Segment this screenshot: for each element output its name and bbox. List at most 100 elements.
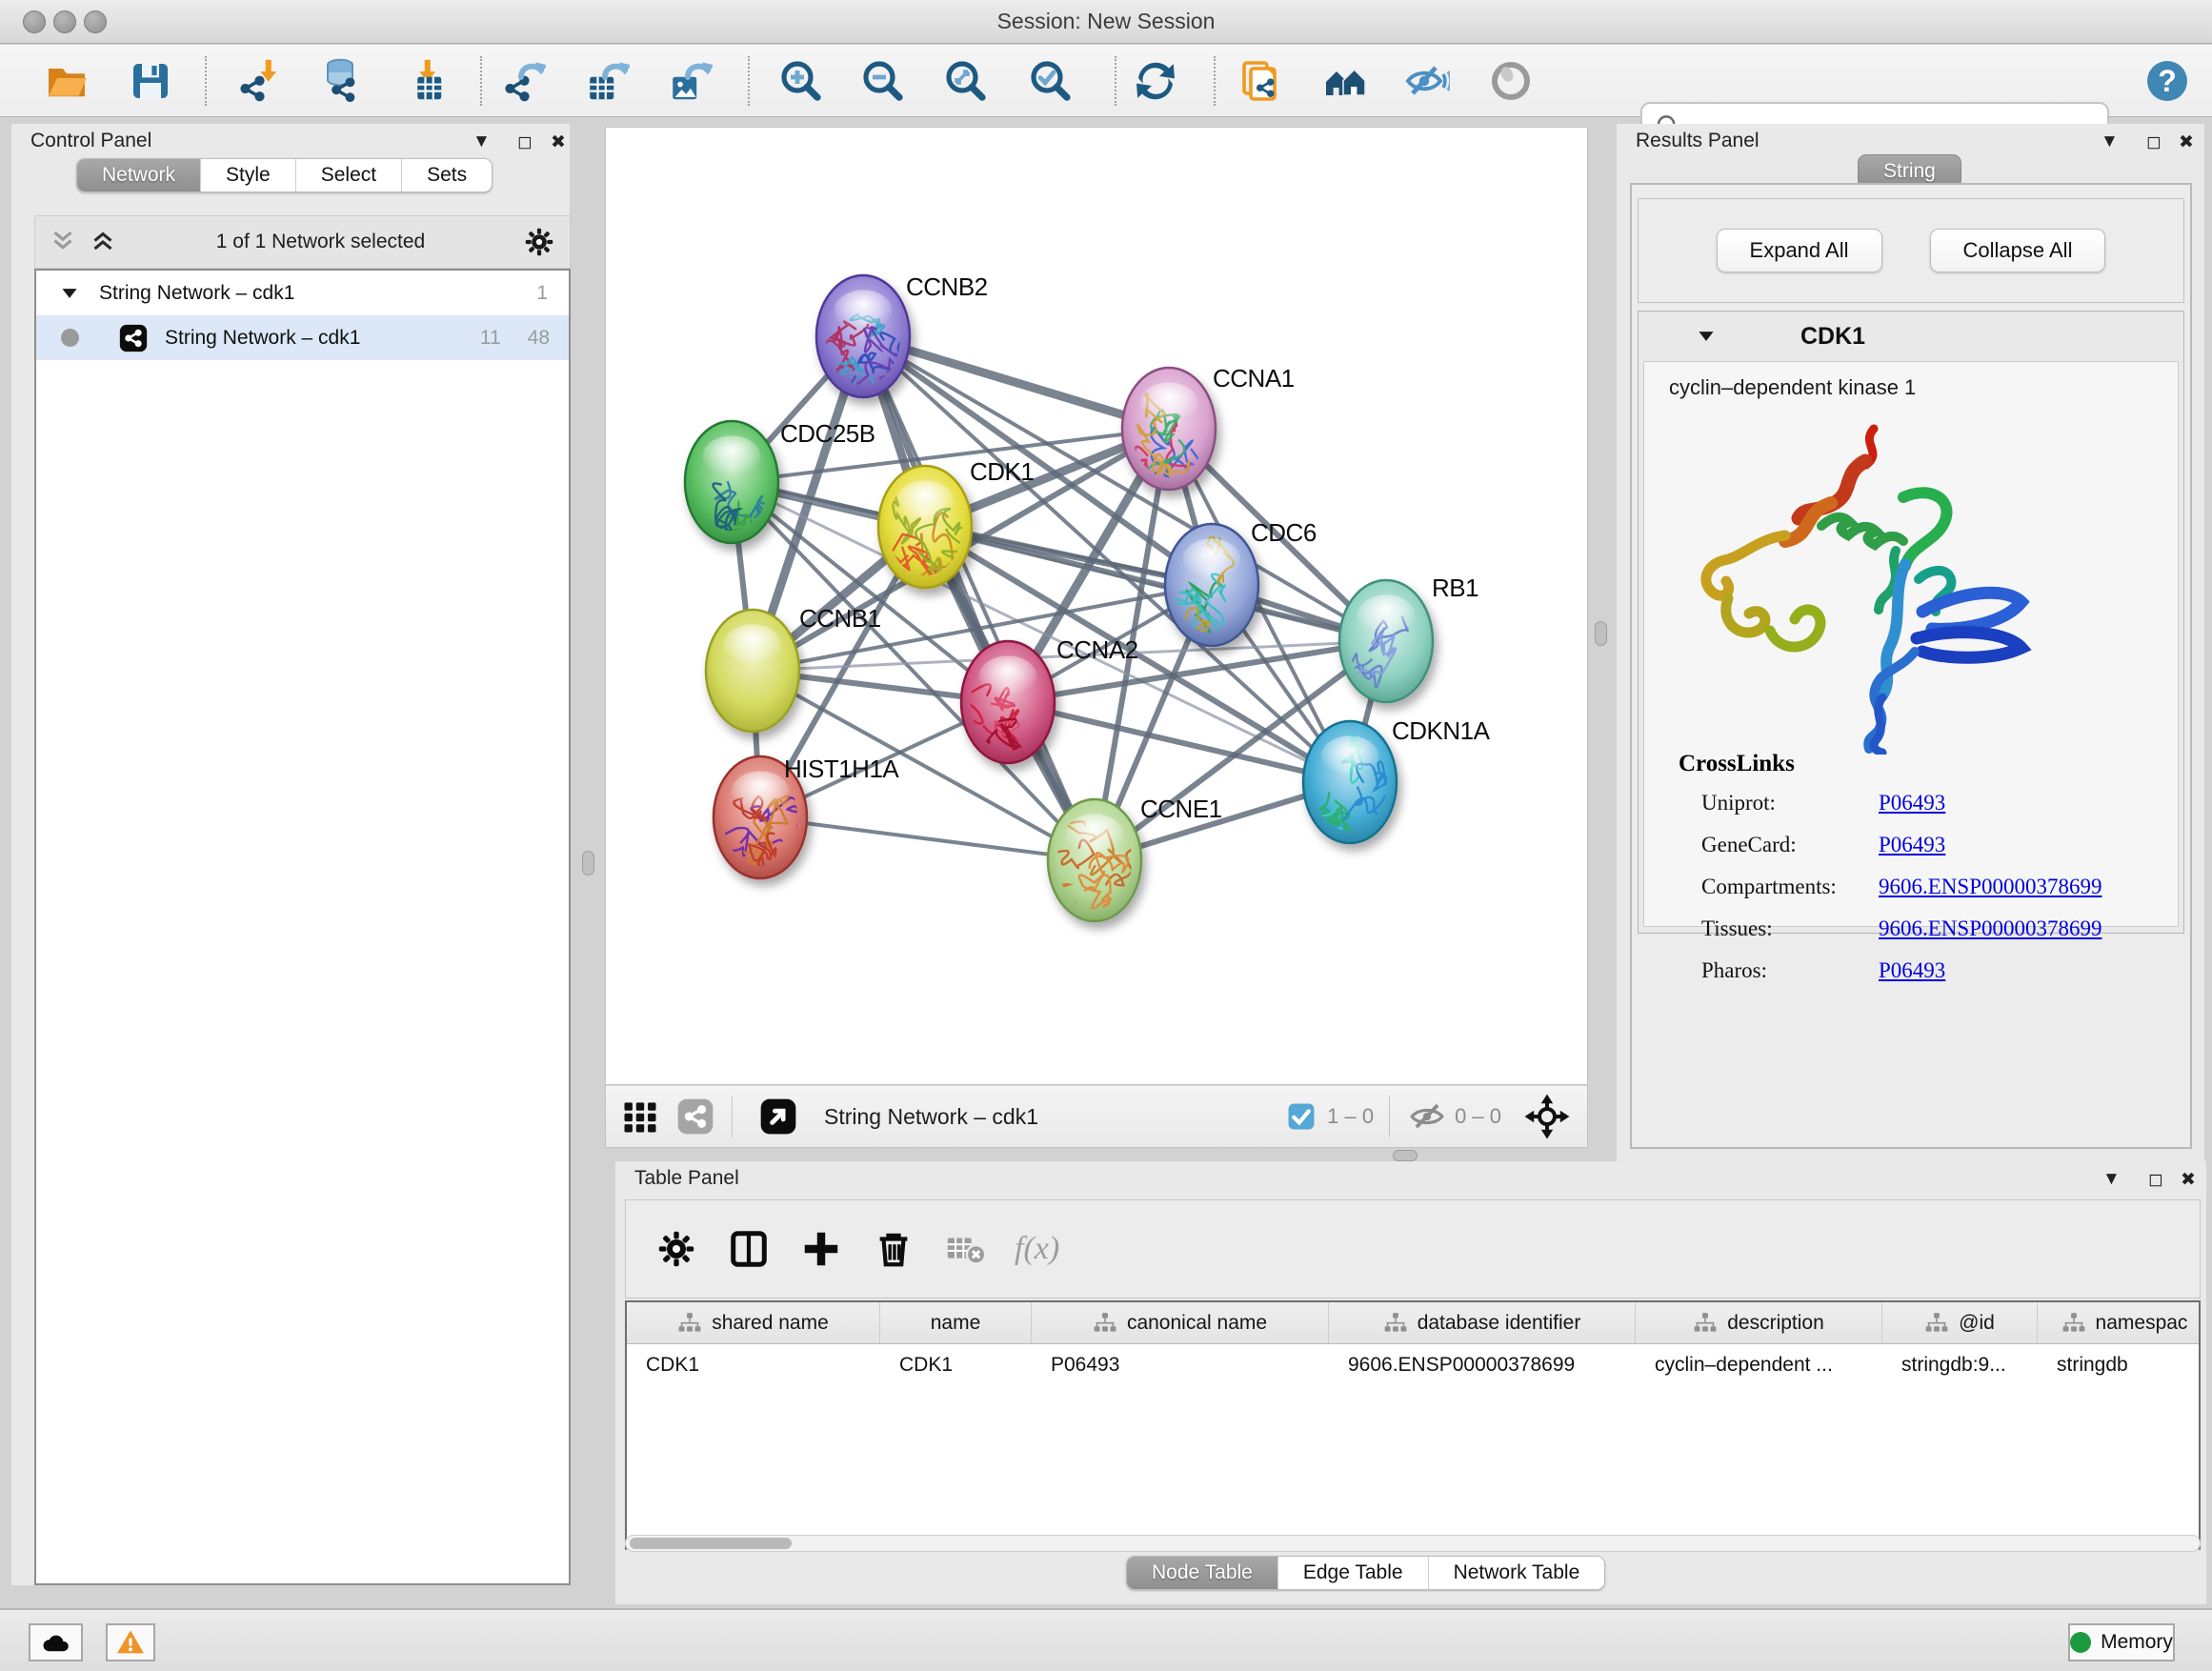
export-network-button[interactable]: [495, 54, 551, 108]
hidden-eye-slash-icon[interactable]: [1409, 1098, 1445, 1135]
share-view-icon[interactable]: [674, 1096, 716, 1137]
export-table-button[interactable]: [579, 54, 634, 108]
zoom-selected-button[interactable]: [1022, 54, 1077, 108]
import-network-file-button[interactable]: [231, 54, 286, 108]
network-node-cdkn1a[interactable]: [1303, 721, 1397, 853]
help-button[interactable]: [2140, 54, 2195, 108]
close-panel-icon[interactable]: ✖: [2181, 1169, 2196, 1191]
maximize-panel-icon[interactable]: ◻: [2148, 1169, 2163, 1191]
table-cell[interactable]: stringdb: [2038, 1344, 2201, 1386]
crosslink-link[interactable]: 9606.ENSP00000378699: [1879, 916, 2102, 941]
tab-node-table[interactable]: Node Table: [1127, 1557, 1278, 1589]
float-panel-icon[interactable]: ▼: [2101, 131, 2119, 152]
save-session-button[interactable]: [123, 54, 178, 108]
graphics-detail-button[interactable]: [1483, 54, 1538, 108]
cloud-status-button[interactable]: [29, 1623, 83, 1661]
detach-view-icon[interactable]: [757, 1096, 799, 1137]
column-header-shared-name[interactable]: shared name: [627, 1302, 880, 1343]
open-session-button[interactable]: [39, 54, 94, 108]
network-options-gear-icon[interactable]: [522, 225, 556, 259]
maximize-panel-icon[interactable]: ◻: [2146, 131, 2162, 153]
crosslink-link[interactable]: P06493: [1879, 791, 1945, 815]
import-network-database-button[interactable]: [311, 54, 366, 108]
maximize-panel-icon[interactable]: ◻: [517, 131, 533, 153]
network-node-cdc25b[interactable]: [660, 421, 794, 567]
table-options-gear-icon[interactable]: [654, 1227, 698, 1271]
column-header-description[interactable]: description: [1636, 1302, 1882, 1343]
column-header-canonical-name[interactable]: canonical name: [1032, 1302, 1329, 1343]
memory-button[interactable]: Memory: [2068, 1623, 2175, 1661]
table-cell[interactable]: P06493: [1032, 1344, 1329, 1386]
birdseye-crosshair-icon[interactable]: [1524, 1094, 1570, 1139]
zoom-out-button[interactable]: [855, 54, 910, 108]
column-header-namespac[interactable]: namespac: [2038, 1302, 2201, 1343]
tab-network-table[interactable]: Network Table: [1429, 1557, 1605, 1589]
network-node-cdc6[interactable]: [1154, 524, 1258, 664]
expand-all-icon[interactable]: [87, 226, 119, 258]
hide-details-button[interactable]: [1399, 54, 1455, 108]
network-graph[interactable]: CCNB2CCNA1CDC25BCDK1CDC6RB1CCNB1CCNA2CDK…: [606, 128, 1587, 1084]
table-cell[interactable]: stringdb:9...: [1882, 1344, 2038, 1386]
close-panel-icon[interactable]: ✖: [551, 131, 566, 153]
export-image-button[interactable]: [662, 54, 717, 108]
network-node-rb1[interactable]: [1339, 580, 1433, 705]
collapse-all-button[interactable]: Collapse All: [1930, 229, 2106, 272]
float-panel-icon[interactable]: ▼: [2102, 1169, 2121, 1190]
scrollbar-thumb[interactable]: [630, 1538, 792, 1549]
delete-table-icon: [944, 1227, 988, 1271]
result-entry-header[interactable]: CDK1: [1639, 312, 2183, 361]
export-table-icon: [584, 58, 630, 104]
table-cell[interactable]: CDK1: [627, 1344, 880, 1386]
tab-network[interactable]: Network: [77, 159, 201, 191]
network-row[interactable]: String Network – cdk1 11 48: [36, 315, 569, 360]
close-panel-icon[interactable]: ✖: [2179, 131, 2194, 153]
main-toolbar: [0, 45, 2212, 117]
float-panel-icon[interactable]: ▼: [473, 131, 491, 152]
column-label: namespac: [2096, 1312, 2188, 1335]
selected-checkbox-icon[interactable]: [1285, 1100, 1317, 1133]
collection-expand-icon[interactable]: [57, 281, 82, 306]
network-canvas[interactable]: CCNB2CCNA1CDC25BCDK1CDC6RB1CCNB1CCNA2CDK…: [605, 127, 1588, 1085]
left-splitter-handle[interactable]: [582, 851, 594, 876]
node-label-cdc6: CDC6: [1251, 518, 1317, 547]
tab-sets[interactable]: Sets: [402, 159, 492, 191]
title-bar: Session: New Session: [0, 0, 2212, 44]
crosslink-link[interactable]: 9606.ENSP00000378699: [1879, 875, 2102, 899]
entry-collapse-icon[interactable]: [1694, 324, 1719, 349]
tab-edge-table[interactable]: Edge Table: [1278, 1557, 1429, 1589]
clone-network-button[interactable]: [1232, 54, 1287, 108]
tab-style[interactable]: Style: [201, 159, 296, 191]
expand-all-button[interactable]: Expand All: [1717, 229, 1882, 272]
import-table-button[interactable]: [395, 54, 451, 108]
collapse-all-icon[interactable]: [47, 226, 79, 258]
crosslink-link[interactable]: P06493: [1879, 958, 1945, 983]
table-row[interactable]: CDK1CDK1P064939606.ENSP00000378699cyclin…: [627, 1344, 2199, 1386]
horizontal-splitter-handle[interactable]: [1393, 1150, 1418, 1161]
zoom-in-button[interactable]: [773, 54, 828, 108]
table-horizontal-scrollbar[interactable]: [625, 1535, 2201, 1552]
import-table-icon: [400, 58, 446, 104]
result-entry-body: cyclin–dependent kinase 1: [1643, 361, 2179, 927]
crosslink-link[interactable]: P06493: [1879, 833, 1945, 857]
right-splitter-handle[interactable]: [1595, 621, 1607, 646]
table-cell[interactable]: CDK1: [880, 1344, 1032, 1386]
first-neighbors-button[interactable]: [1317, 54, 1373, 108]
apply-layout-button[interactable]: [1128, 54, 1183, 108]
column-header--id[interactable]: @id: [1882, 1302, 2038, 1343]
network-edge[interactable]: [1008, 702, 1350, 782]
grid-view-icon[interactable]: [619, 1096, 661, 1137]
add-column-icon[interactable]: [799, 1227, 843, 1271]
delete-column-icon[interactable]: [872, 1227, 915, 1271]
table-cell[interactable]: cyclin–dependent ...: [1636, 1344, 1882, 1386]
show-columns-icon[interactable]: [727, 1227, 771, 1271]
network-collection-row[interactable]: String Network – cdk1 1: [36, 271, 569, 315]
column-header-name[interactable]: name: [880, 1302, 1032, 1343]
zoom-fit-button[interactable]: [937, 54, 993, 108]
table-cell[interactable]: 9606.ENSP00000378699: [1329, 1344, 1636, 1386]
network-node-ccnb1[interactable]: [706, 610, 799, 732]
node-table[interactable]: shared namenamecanonical namedatabase id…: [625, 1300, 2201, 1550]
tab-select[interactable]: Select: [296, 159, 402, 191]
network-edge[interactable]: [760, 817, 1095, 860]
column-header-database-identifier[interactable]: database identifier: [1329, 1302, 1636, 1343]
warnings-button[interactable]: [106, 1623, 155, 1661]
